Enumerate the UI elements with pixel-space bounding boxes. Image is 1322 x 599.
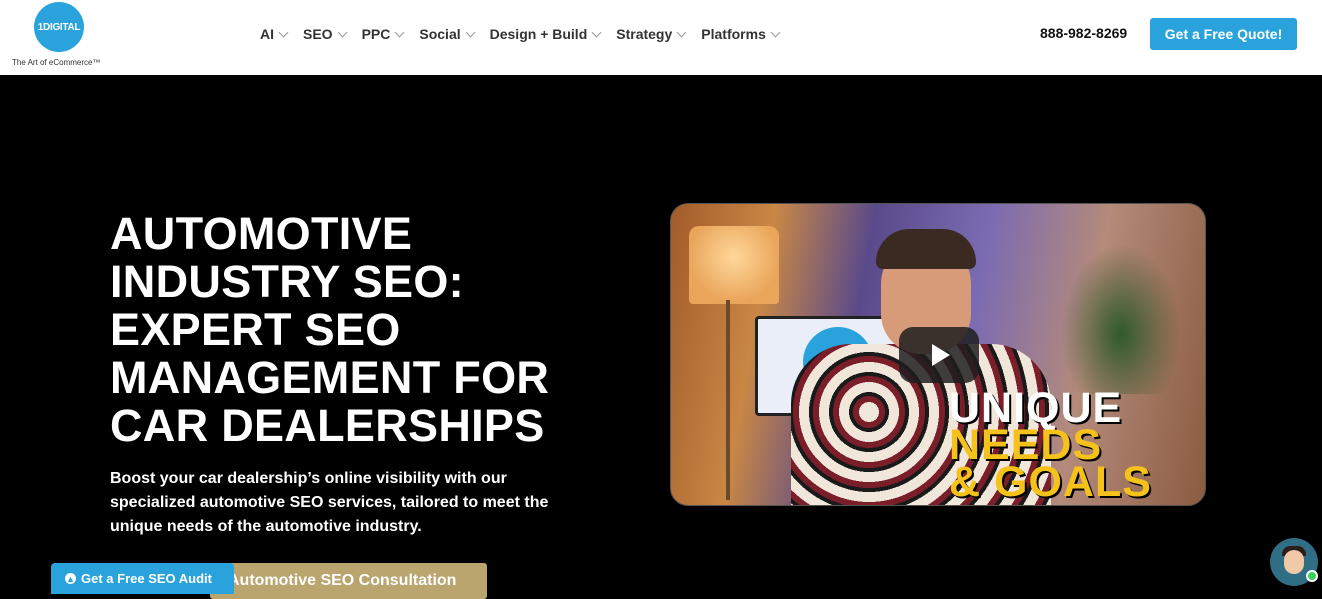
nav-item-platforms[interactable]: Platforms — [701, 24, 781, 44]
video-overlay-text: UNIQUE NEEDS & GOALS — [949, 387, 1152, 506]
avatar-face — [1284, 550, 1304, 574]
video-player[interactable]: 1DIGITAL UNIQUE NEEDS & GOALS — [670, 203, 1206, 506]
nav-item-ai[interactable]: AI — [260, 24, 289, 44]
arrow-up-circle-icon: ▲ — [65, 573, 76, 584]
nav-item-seo[interactable]: SEO — [303, 24, 348, 44]
nav-item-label: PPC — [361, 26, 391, 42]
online-status-icon — [1306, 570, 1318, 582]
nav-item-ppc[interactable]: PPC — [361, 24, 405, 44]
chevron-down-icon — [337, 27, 348, 37]
play-button[interactable] — [899, 327, 979, 383]
logo-mark[interactable]: 1DIGITAL — [34, 2, 84, 52]
nav-item-label: Platforms — [701, 26, 766, 42]
main-nav: AI SEO PPC Social Design + Build Strateg… — [260, 24, 795, 44]
lamp-image — [689, 226, 779, 304]
play-icon — [932, 344, 950, 366]
nav-item-design-build[interactable]: Design + Build — [489, 24, 602, 44]
site-header: 1DIGITAL The Art of eCommerce™ AI SEO PP… — [0, 0, 1322, 75]
overlay-line: & GOALS — [949, 458, 1152, 506]
nav-item-social[interactable]: Social — [419, 24, 476, 44]
nav-item-label: AI — [260, 26, 274, 42]
chevron-down-icon — [770, 27, 781, 37]
hero-title-line: INDUSTRY SEO: — [110, 256, 464, 307]
chevron-down-icon — [591, 27, 602, 37]
nav-item-label: Strategy — [616, 26, 673, 42]
logo[interactable]: 1DIGITAL The Art of eCommerce™ — [12, 2, 112, 70]
lamp-stand-image — [726, 300, 730, 500]
chevron-down-icon — [465, 27, 476, 37]
nav-item-strategy[interactable]: Strategy — [616, 24, 687, 44]
hero-title-line: MANAGEMENT FOR — [110, 352, 550, 403]
audit-button-label: Get a Free SEO Audit — [81, 571, 212, 586]
plant-image — [1061, 244, 1181, 394]
hero-subtitle: Boost your car dealership’s online visib… — [110, 470, 549, 535]
chevron-down-icon — [394, 27, 405, 37]
presenter-hair — [876, 229, 976, 269]
nav-item-label: Design + Build — [489, 26, 588, 42]
chevron-down-icon — [278, 27, 289, 37]
chevron-down-icon — [676, 27, 687, 37]
nav-item-label: Social — [419, 26, 461, 42]
hero-title-line: AUTOMOTIVE — [110, 208, 413, 259]
hero-title-line: CAR DEALERSHIPS — [110, 400, 545, 451]
hero-title: AUTOMOTIVE INDUSTRY SEO: EXPERT SEO MANA… — [110, 210, 610, 450]
nav-item-label: SEO — [303, 26, 333, 42]
phone-link[interactable]: 888-982-8269 — [1040, 25, 1127, 41]
free-quote-button[interactable]: Get a Free Quote! — [1150, 18, 1297, 50]
free-seo-audit-button[interactable]: ▲ Get a Free SEO Audit — [51, 563, 234, 594]
hero-title-line: EXPERT SEO — [110, 304, 401, 355]
logo-tagline: The Art of eCommerce™ — [12, 58, 101, 67]
